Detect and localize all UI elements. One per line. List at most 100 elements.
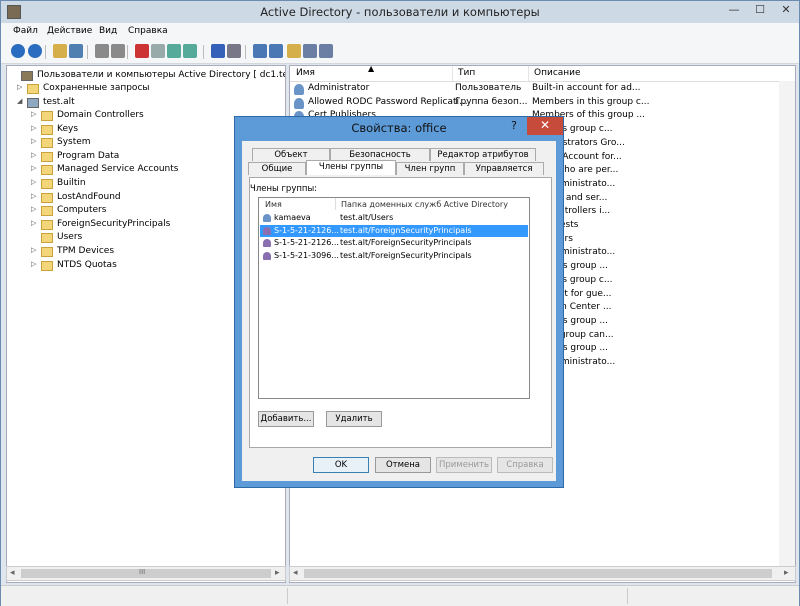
delete-icon[interactable]	[135, 44, 149, 58]
column-header-name[interactable]: Имя	[296, 68, 315, 78]
members-header-folder[interactable]: Папка доменных служб Active Directory	[341, 200, 508, 209]
tree-horizontal-scrollbar[interactable]: ◂ III ▸	[6, 566, 286, 581]
add-group-icon[interactable]	[269, 44, 283, 58]
add-button[interactable]: Добавить...	[258, 411, 314, 427]
expand-arrow-icon[interactable]: ▷	[31, 178, 39, 186]
tree-item-label: ForeignSecurityPrincipals	[57, 218, 171, 229]
list-horizontal-scrollbar[interactable]: ◂ ▸	[289, 566, 796, 581]
properties-dialog: Свойства: office ? ✕ Объект Безопасность…	[234, 116, 564, 488]
remove-button[interactable]: Удалить	[326, 411, 382, 427]
status-divider	[627, 588, 628, 604]
tab-members[interactable]: Члены группы	[306, 160, 396, 175]
member-row[interactable]: S-1-5-21-3096... test.alt/ForeignSecurity…	[260, 250, 528, 262]
expand-arrow-icon[interactable]: ▷	[31, 151, 39, 159]
tree-item-label: Пользователи и компьютеры Active Directo…	[37, 70, 286, 80]
back-icon[interactable]	[11, 44, 25, 58]
folder-icon	[41, 233, 53, 244]
add-user-icon[interactable]	[253, 44, 267, 58]
menu-help[interactable]: Справка	[128, 26, 168, 36]
properties-icon[interactable]	[151, 44, 165, 58]
member-row[interactable]: S-1-5-21-2126... test.alt/ForeignSecurity…	[260, 224, 528, 237]
expand-arrow-icon[interactable]: ▷	[31, 205, 39, 213]
expand-arrow-icon[interactable]: ▷	[31, 137, 39, 145]
add-ou-icon[interactable]	[287, 44, 301, 58]
folder-icon	[27, 98, 39, 108]
title-bar[interactable]: Active Directory - пользователи и компью…	[1, 1, 799, 23]
member-row[interactable]: kamaeva test.alt/Users	[260, 212, 528, 224]
apply-button[interactable]: Применить	[436, 457, 492, 473]
close-button[interactable]: ✕	[773, 1, 799, 20]
scroll-thumb[interactable]: III	[21, 568, 271, 578]
cell-type: Пользователь	[455, 83, 522, 93]
cell-name: Administrator	[308, 83, 370, 93]
scroll-right-arrow[interactable]: ▸	[275, 568, 280, 578]
column-header-description[interactable]: Описание	[534, 68, 581, 78]
tab-member-of[interactable]: Член групп	[396, 162, 464, 175]
expand-arrow-icon[interactable]: ▷	[31, 246, 39, 254]
find-icon[interactable]	[319, 44, 333, 58]
toolbar-separator	[127, 45, 128, 59]
menu-action[interactable]: Действие	[47, 26, 92, 36]
maximize-button[interactable]: ☐	[747, 1, 773, 20]
members-label: Члены группы:	[250, 184, 318, 194]
folder-up-icon[interactable]	[53, 44, 67, 58]
show-tree-icon[interactable]	[69, 44, 83, 58]
tab-attribute-editor[interactable]: Редактор атрибутов	[430, 148, 536, 161]
forward-icon[interactable]	[28, 44, 42, 58]
scroll-left-arrow[interactable]: ◂	[293, 568, 298, 578]
column-divider[interactable]	[452, 66, 453, 81]
dialog-help-button[interactable]: ?	[501, 117, 527, 135]
tab-general[interactable]: Общие	[248, 162, 306, 175]
toolbar-separator	[245, 45, 246, 59]
list-header: Имя ▲ Тип Описание	[290, 66, 795, 82]
tree-item-label: LostAndFound	[57, 191, 121, 202]
member-name: S-1-5-21-2126...	[274, 225, 339, 235]
expand-arrow-icon[interactable]: ▷	[31, 260, 39, 268]
members-header-name[interactable]: Имя	[265, 200, 282, 209]
menu-file[interactable]: Файл	[13, 26, 38, 36]
menu-view[interactable]: Вид	[99, 26, 117, 36]
folder-icon	[41, 138, 53, 149]
help-icon[interactable]	[211, 44, 225, 58]
column-header-type[interactable]: Тип	[458, 68, 475, 78]
expand-arrow-icon[interactable]: ▷	[31, 110, 39, 118]
ok-button[interactable]: OK	[313, 457, 369, 473]
list-row[interactable]: Administrator Пользователь Built-in accoun…	[290, 83, 795, 97]
tab-managed-by[interactable]: Управляется	[464, 162, 544, 175]
minimize-button[interactable]: —	[721, 1, 747, 20]
column-divider[interactable]	[335, 198, 336, 210]
list-row[interactable]: Allowed RODC Password Replicati... Группа…	[290, 97, 795, 111]
column-divider[interactable]	[528, 66, 529, 81]
refresh-icon[interactable]	[167, 44, 181, 58]
console-icon[interactable]	[227, 44, 241, 58]
scroll-left-arrow[interactable]: ◂	[10, 568, 15, 578]
cell-desc: Built-in account for ad...	[532, 83, 641, 93]
expand-arrow-icon[interactable]: ▷	[31, 219, 39, 227]
folder-icon	[27, 84, 39, 94]
scroll-right-arrow[interactable]: ▸	[784, 568, 789, 578]
copy-icon[interactable]	[111, 44, 125, 58]
expand-arrow-icon[interactable]: ▷	[17, 83, 25, 91]
tree-item-label: test.alt	[43, 97, 75, 107]
members-list[interactable]: Имя Папка доменных служб Active Director…	[258, 197, 530, 399]
folder-icon	[41, 179, 53, 189]
filter-icon[interactable]	[303, 44, 317, 58]
folder-icon	[41, 192, 53, 203]
cancel-button[interactable]: Отмена	[375, 457, 431, 473]
expand-arrow-icon[interactable]: ▷	[31, 124, 39, 132]
folder-icon	[41, 151, 53, 162]
help-button[interactable]: Справка	[497, 457, 553, 473]
expand-arrow-icon[interactable]: ▷	[31, 164, 39, 172]
tree-item-label: Domain Controllers	[57, 110, 144, 120]
dialog-body: Объект Безопасность Редактор атрибутов О…	[242, 141, 556, 481]
expand-arrow-icon[interactable]: ◢	[17, 97, 25, 105]
member-row[interactable]: S-1-5-21-2126... test.alt/ForeignSecurity…	[260, 237, 528, 249]
expand-arrow-icon[interactable]: ▷	[31, 192, 39, 200]
list-vertical-scrollbar[interactable]	[779, 81, 795, 581]
cut-icon[interactable]	[95, 44, 109, 58]
window-title: Active Directory - пользователи и компью…	[260, 5, 540, 19]
export-icon[interactable]	[183, 44, 197, 58]
toolbar-separator	[203, 45, 204, 59]
dialog-close-button[interactable]: ✕	[527, 117, 563, 135]
scroll-thumb[interactable]	[304, 569, 772, 578]
